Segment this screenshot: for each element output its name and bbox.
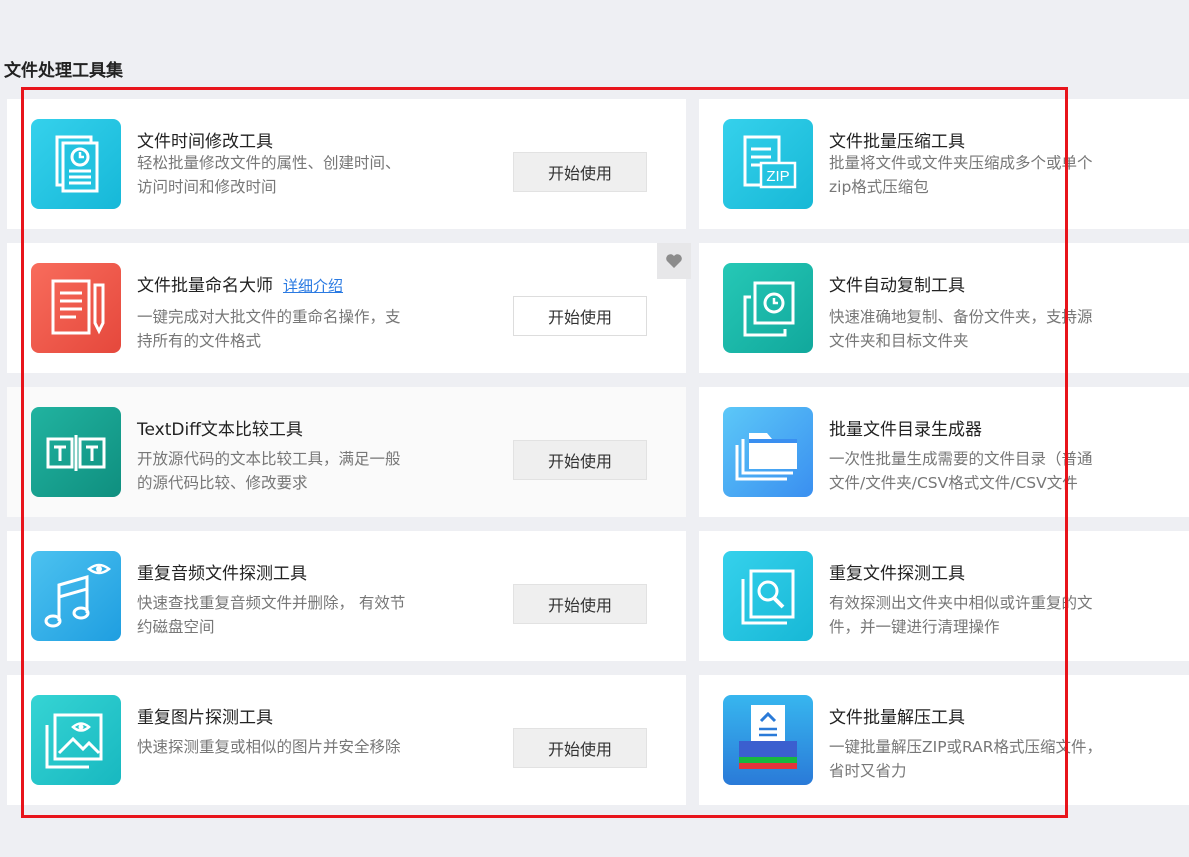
detail-link[interactable]: 详细介绍 — [283, 277, 343, 295]
tool-description: 开放源代码的文本比较工具，满足一般 的源代码比较、修改要求 — [137, 450, 401, 492]
tool-title: 文件批量命名大师 详细介绍 — [137, 276, 344, 296]
tool-description: 快速准确地复制、备份文件夹，支持源 文件夹和目标文件夹 — [829, 308, 1093, 350]
tool-description: 有效探测出文件夹中相似或许重复的文 件，并一键进行清理操作 — [829, 594, 1093, 636]
document-clock-icon — [31, 119, 121, 209]
copy-clock-icon — [723, 263, 813, 353]
section-title: 文件处理工具集 — [4, 61, 123, 81]
tool-card-directory-generator: 批量文件目录生成器 一次性批量生成需要的文件目录（普通 文件/文件夹/CSV格式文… — [699, 387, 1189, 517]
tool-description: 一次性批量生成需要的文件目录（普通 文件/文件夹/CSV格式文件/CSV文件 — [829, 450, 1093, 492]
tool-card-batch-extract: 文件批量解压工具 一键批量解压ZIP或RAR格式压缩文件， 省时又省力 — [699, 675, 1189, 805]
tool-description: 一键批量解压ZIP或RAR格式压缩文件， 省时又省力 — [829, 738, 1103, 780]
tool-card-auto-copy: 文件自动复制工具 快速准确地复制、备份文件夹，支持源 文件夹和目标文件夹 — [699, 243, 1189, 373]
tool-card-file-time: 文件时间修改工具 轻松批量修改文件的属性、创建时间、 访问时间和修改时间 开始使用 — [7, 99, 686, 229]
folder-stack-icon — [723, 407, 813, 497]
tool-card-duplicate-audio: 重复音频文件探测工具 快速查找重复音频文件并删除， 有效节 约磁盘空间 开始使用 — [7, 531, 686, 661]
start-button[interactable]: 开始使用 — [513, 584, 647, 624]
tool-card-duplicate-file: 重复文件探测工具 有效探测出文件夹中相似或许重复的文 件，并一键进行清理操作 — [699, 531, 1189, 661]
favorite-heart-icon[interactable] — [657, 243, 691, 279]
svg-text:ZIP: ZIP — [766, 168, 789, 185]
document-pen-icon — [31, 263, 121, 353]
tool-title: 批量文件目录生成器 — [829, 420, 982, 440]
text-compare-icon — [31, 407, 121, 497]
tool-description: 快速查找重复音频文件并删除， 有效节 约磁盘空间 — [137, 594, 406, 636]
tool-title: 文件批量解压工具 — [829, 708, 965, 728]
music-eye-icon — [31, 551, 121, 641]
file-search-icon — [723, 551, 813, 641]
tool-title: 文件批量压缩工具 — [829, 132, 965, 152]
tool-description: 批量将文件或文件夹压缩成多个或单个 zip格式压缩包 — [829, 154, 1093, 196]
tool-card-batch-compress: ZIP 文件批量压缩工具 批量将文件或文件夹压缩成多个或单个 zip格式压缩包 — [699, 99, 1189, 229]
tool-card-batch-rename: 文件批量命名大师 详细介绍 一键完成对大批文件的重命名操作，支 持所有的文件格式 开… — [7, 243, 691, 373]
tool-title: 重复图片探测工具 — [137, 708, 273, 728]
zip-file-icon: ZIP — [723, 119, 813, 209]
tool-description: 轻松批量修改文件的属性、创建时间、 访问时间和修改时间 — [137, 154, 401, 196]
start-button[interactable]: 开始使用 — [513, 296, 647, 336]
tool-card-textdiff: TextDiff文本比较工具 开放源代码的文本比较工具，满足一般 的源代码比较、修… — [7, 387, 686, 517]
tool-description: 快速探测重复或相似的图片并安全移除 — [137, 738, 401, 756]
start-button[interactable]: 开始使用 — [513, 152, 647, 192]
tool-card-duplicate-image: 重复图片探测工具 快速探测重复或相似的图片并安全移除 开始使用 — [7, 675, 686, 805]
tool-description: 一键完成对大批文件的重命名操作，支 持所有的文件格式 — [137, 308, 401, 350]
image-eye-icon — [31, 695, 121, 785]
start-button[interactable]: 开始使用 — [513, 440, 647, 480]
start-button[interactable]: 开始使用 — [513, 728, 647, 768]
tool-title: TextDiff文本比较工具 — [137, 420, 303, 440]
tool-title: 文件自动复制工具 — [829, 276, 965, 296]
tool-title: 文件时间修改工具 — [137, 132, 273, 152]
tool-title: 重复文件探测工具 — [829, 564, 965, 584]
extract-box-icon — [723, 695, 813, 785]
tool-title: 重复音频文件探测工具 — [137, 564, 307, 584]
